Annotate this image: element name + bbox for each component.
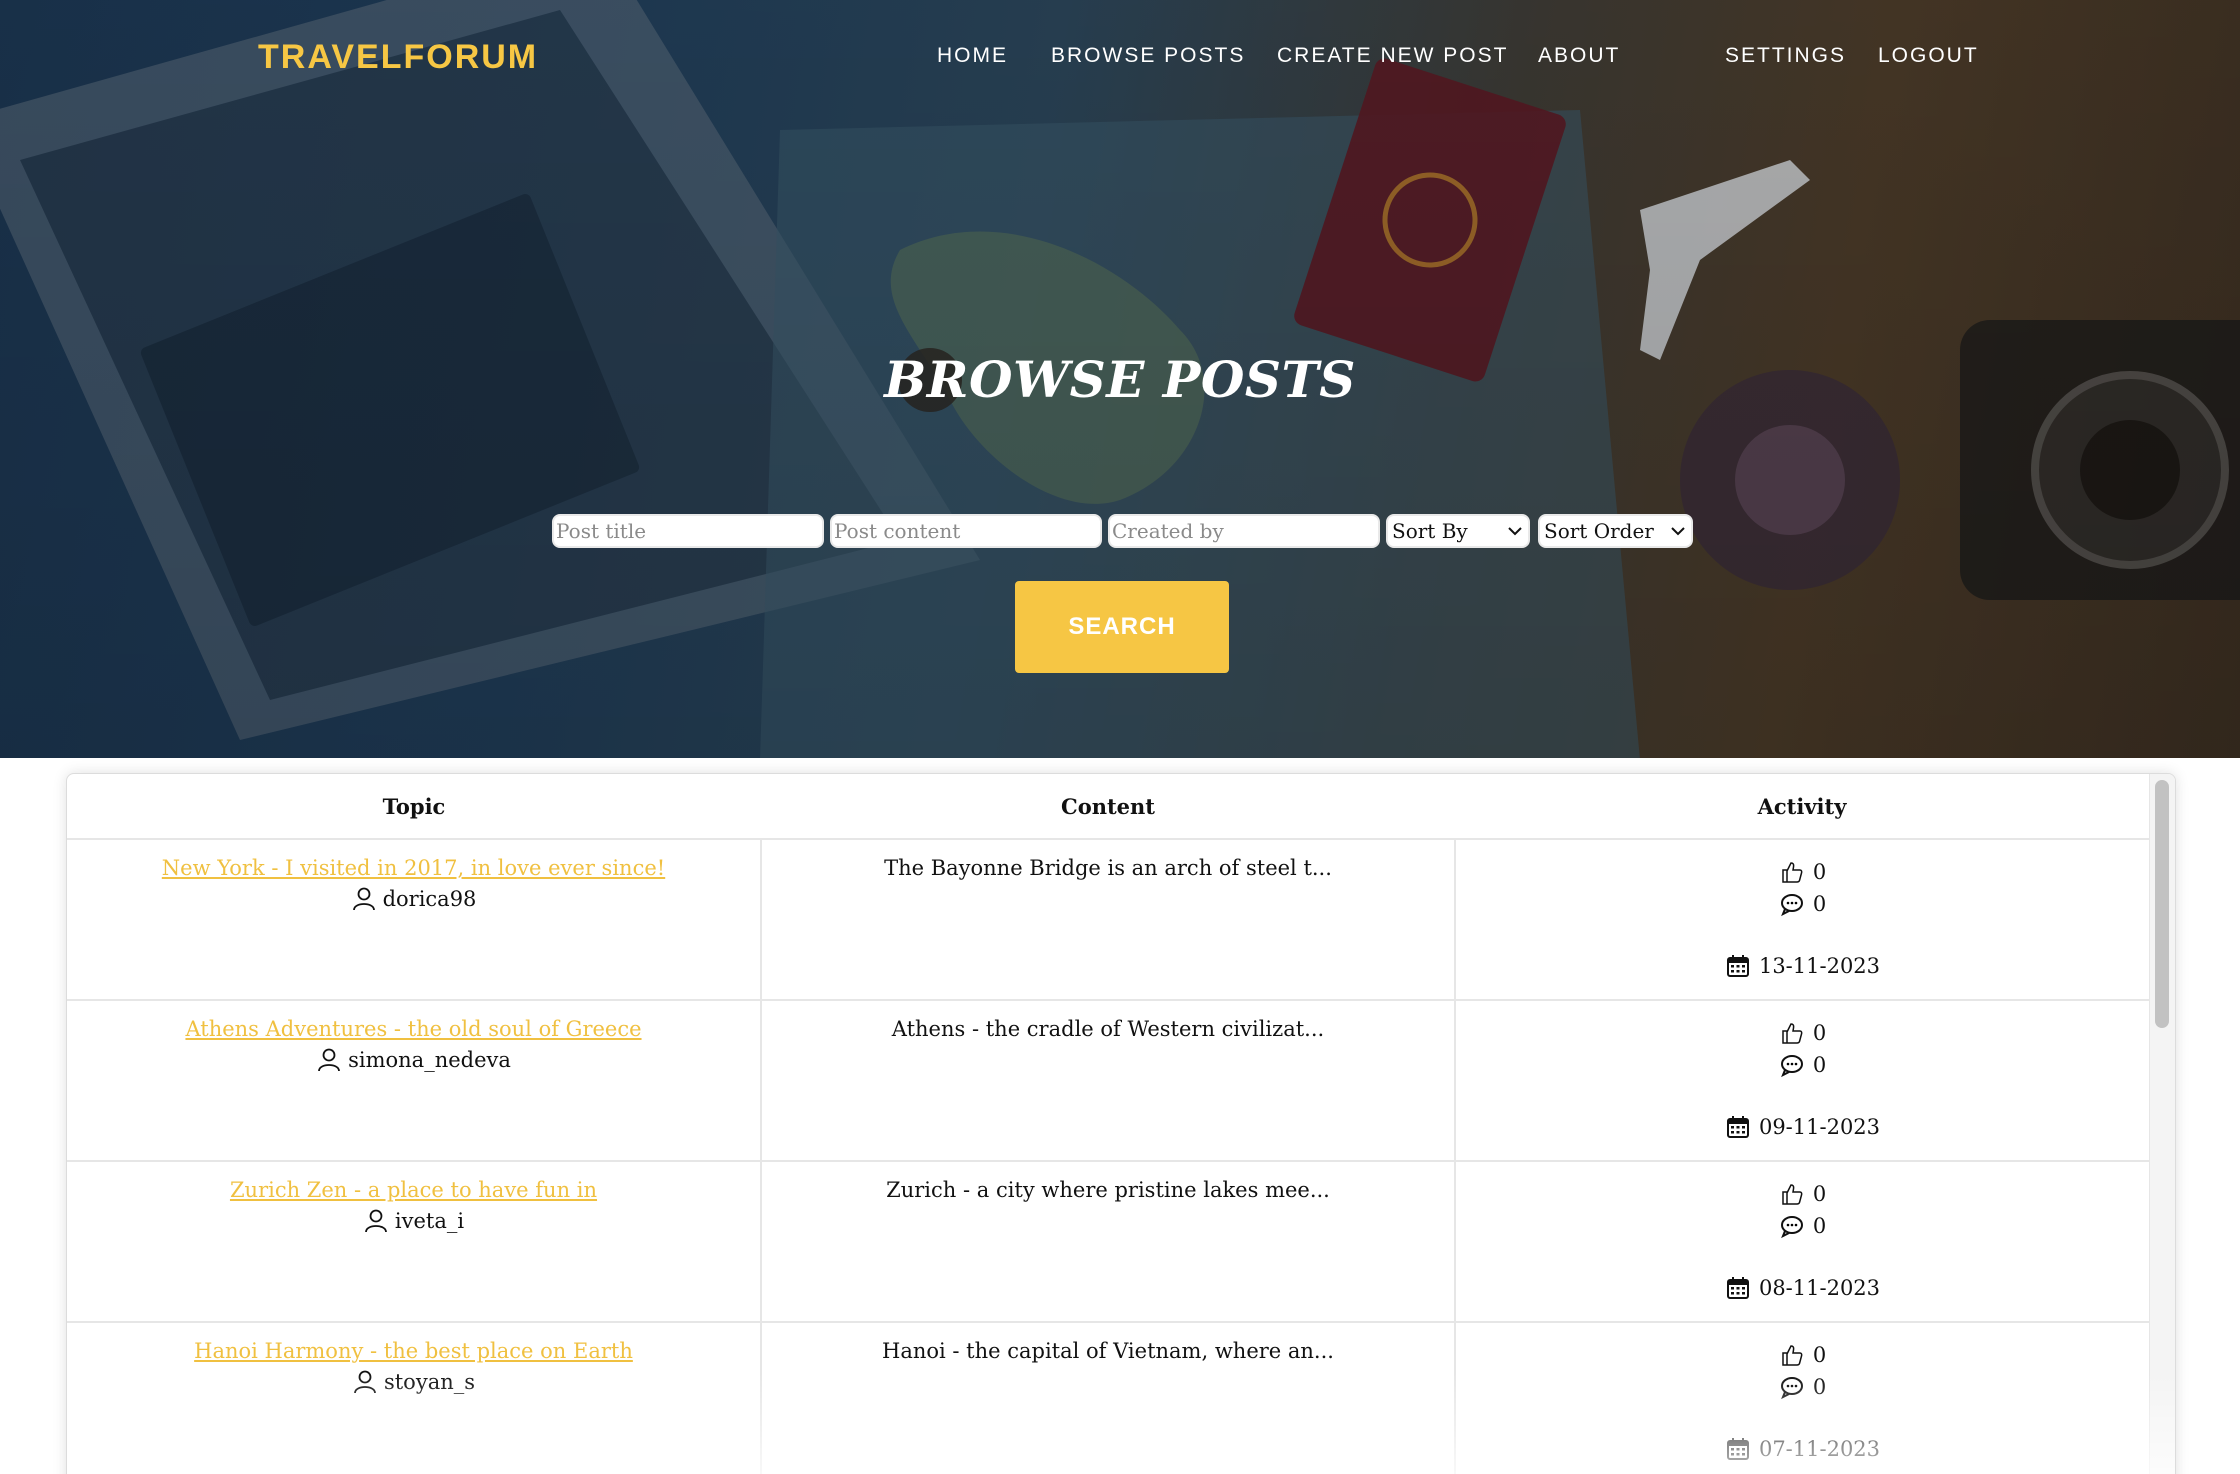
comment-icon[interactable] xyxy=(1779,891,1805,917)
post-title-input[interactable] xyxy=(552,514,824,548)
search-button[interactable]: SEARCH xyxy=(1015,581,1229,673)
post-date: 07-11-2023 xyxy=(1456,1433,2149,1465)
content-cell: Zurich - a city where pristine lakes mee… xyxy=(761,1161,1456,1323)
column-header-topic: Topic xyxy=(67,774,761,840)
table-row: Hanoi Harmony - the best place on Earth … xyxy=(67,1322,2149,1474)
post-content-input[interactable] xyxy=(830,514,1102,548)
comments-count: 0 xyxy=(1456,888,2149,920)
thumbs-up-icon[interactable] xyxy=(1779,1020,1805,1046)
nav-about[interactable]: ABOUT xyxy=(1538,44,1620,68)
author-name[interactable]: iveta_i xyxy=(395,1209,464,1233)
comments-value: 0 xyxy=(1812,892,1827,916)
post-title-link[interactable]: Athens Adventures - the old soul of Gree… xyxy=(185,1017,641,1041)
comments-value: 0 xyxy=(1812,1053,1827,1077)
post-content-preview: Hanoi - the capital of Vietnam, where an… xyxy=(882,1339,1334,1363)
post-date: 13-11-2023 xyxy=(1456,950,2149,982)
posts-table: Topic Content Activity New York - I visi… xyxy=(67,774,2149,1474)
thumbs-up-icon[interactable] xyxy=(1779,859,1805,885)
post-title-link[interactable]: Zurich Zen - a place to have fun in xyxy=(230,1178,597,1202)
topic-cell: Hanoi Harmony - the best place on Earth … xyxy=(67,1322,762,1474)
comment-icon[interactable] xyxy=(1779,1374,1805,1400)
column-header-activity: Activity xyxy=(1455,774,2149,840)
likes-count: 0 xyxy=(1456,1017,2149,1049)
post-content-preview: The Bayonne Bridge is an arch of steel t… xyxy=(884,856,1332,880)
nav-settings[interactable]: SETTINGS xyxy=(1725,44,1846,68)
calendar-icon xyxy=(1726,1438,1749,1460)
content-cell: Hanoi - the capital of Vietnam, where an… xyxy=(761,1322,1456,1474)
post-date: 08-11-2023 xyxy=(1456,1272,2149,1304)
likes-value: 0 xyxy=(1812,1343,1827,1367)
filter-bar: Sort By Sort Order xyxy=(552,514,1693,548)
content-cell: Athens - the cradle of Western civilizat… xyxy=(761,1000,1456,1162)
sort-by-select[interactable]: Sort By xyxy=(1386,514,1530,548)
topic-cell: Zurich Zen - a place to have fun in ivet… xyxy=(67,1161,762,1323)
scrollbar-thumb[interactable] xyxy=(2155,780,2169,1028)
table-row: New York - I visited in 2017, in love ev… xyxy=(67,839,2149,1001)
likes-value: 0 xyxy=(1812,1021,1827,1045)
nav-browse-posts[interactable]: BROWSE POSTS xyxy=(1051,44,1245,68)
nav-home[interactable]: HOME xyxy=(937,44,1008,68)
likes-count: 0 xyxy=(1456,1178,2149,1210)
comments-value: 0 xyxy=(1812,1375,1827,1399)
user-icon xyxy=(352,887,375,911)
post-author: stoyan_s xyxy=(67,1369,760,1395)
calendar-icon xyxy=(1726,955,1749,977)
sort-order-select[interactable]: Sort Order xyxy=(1538,514,1693,548)
comments-count: 0 xyxy=(1456,1371,2149,1403)
chevron-down-icon xyxy=(1508,527,1522,536)
post-title-link[interactable]: Hanoi Harmony - the best place on Earth xyxy=(194,1339,633,1363)
post-date: 09-11-2023 xyxy=(1456,1111,2149,1143)
activity-cell: 0 0 07-11-2023 xyxy=(1455,1322,2149,1474)
topic-cell: Athens Adventures - the old soul of Gree… xyxy=(67,1000,762,1162)
created-by-input[interactable] xyxy=(1108,514,1380,548)
user-icon xyxy=(365,1209,387,1233)
nav-logout[interactable]: LOGOUT xyxy=(1878,44,1979,68)
topic-cell: New York - I visited in 2017, in love ev… xyxy=(67,839,762,1001)
chevron-down-icon xyxy=(1671,527,1685,536)
date-value: 08-11-2023 xyxy=(1758,1276,1881,1300)
date-value: 09-11-2023 xyxy=(1758,1115,1881,1139)
table-scrollbar[interactable] xyxy=(2149,774,2175,1474)
table-row: Athens Adventures - the old soul of Gree… xyxy=(67,1000,2149,1162)
post-title-link[interactable]: New York - I visited in 2017, in love ev… xyxy=(162,856,665,880)
likes-count: 0 xyxy=(1456,856,2149,888)
sort-by-label: Sort By xyxy=(1392,519,1468,543)
sort-order-label: Sort Order xyxy=(1544,519,1654,543)
content-cell: The Bayonne Bridge is an arch of steel t… xyxy=(761,839,1456,1001)
post-author: iveta_i xyxy=(67,1208,760,1234)
comments-value: 0 xyxy=(1812,1214,1827,1238)
user-icon xyxy=(354,1370,376,1394)
likes-value: 0 xyxy=(1812,1182,1827,1206)
comments-count: 0 xyxy=(1456,1210,2149,1242)
nav-create-new-post[interactable]: CREATE NEW POST xyxy=(1277,44,1508,68)
likes-count: 0 xyxy=(1456,1339,2149,1371)
post-author: dorica98 xyxy=(67,886,760,912)
date-value: 13-11-2023 xyxy=(1758,954,1881,978)
comment-icon[interactable] xyxy=(1779,1213,1805,1239)
post-author: simona_nedeva xyxy=(67,1047,760,1073)
author-name[interactable]: dorica98 xyxy=(383,887,477,911)
thumbs-up-icon[interactable] xyxy=(1779,1342,1805,1368)
comment-icon[interactable] xyxy=(1779,1052,1805,1078)
activity-cell: 0 0 09-11-2023 xyxy=(1455,1000,2149,1162)
posts-table-card: Topic Content Activity New York - I visi… xyxy=(66,773,2176,1474)
page-title: BROWSE POSTS xyxy=(884,350,1356,409)
calendar-icon xyxy=(1726,1116,1749,1138)
table-row: Zurich Zen - a place to have fun in ivet… xyxy=(67,1161,2149,1323)
author-name[interactable]: stoyan_s xyxy=(384,1370,475,1394)
activity-cell: 0 0 13-11-2023 xyxy=(1455,839,2149,1001)
thumbs-up-icon[interactable] xyxy=(1779,1181,1805,1207)
comments-count: 0 xyxy=(1456,1049,2149,1081)
post-content-preview: Zurich - a city where pristine lakes mee… xyxy=(886,1178,1330,1202)
calendar-icon xyxy=(1726,1277,1749,1299)
main-nav: HOME BROWSE POSTS CREATE NEW POST ABOUT … xyxy=(0,44,2240,74)
user-icon xyxy=(318,1048,340,1072)
activity-cell: 0 0 08-11-2023 xyxy=(1455,1161,2149,1323)
date-value: 07-11-2023 xyxy=(1758,1437,1881,1461)
post-content-preview: Athens - the cradle of Western civilizat… xyxy=(891,1017,1325,1041)
author-name[interactable]: simona_nedeva xyxy=(348,1048,511,1072)
column-header-content: Content xyxy=(761,774,1455,840)
table-header-row: Topic Content Activity xyxy=(67,774,2149,840)
likes-value: 0 xyxy=(1812,860,1827,884)
